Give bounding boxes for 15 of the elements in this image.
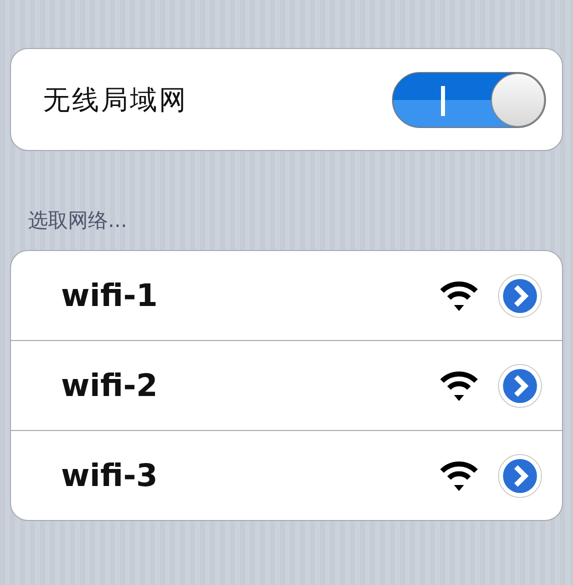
chevron-icon <box>502 368 538 404</box>
network-name[interactable]: wifi-1 <box>61 278 440 314</box>
chevron-icon <box>502 458 538 494</box>
section-header: 选取网络... <box>28 207 128 234</box>
wifi-label: 无线局域网 <box>43 84 188 118</box>
network-name[interactable]: wifi-2 <box>61 368 440 404</box>
wifi-signal-icon <box>440 370 478 402</box>
network-name[interactable]: wifi-3 <box>61 458 440 494</box>
wifi-signal-icon <box>440 460 478 492</box>
detail-button[interactable] <box>498 454 542 498</box>
chevron-icon <box>502 278 538 314</box>
on-mark-icon <box>441 86 445 116</box>
wifi-signal-icon <box>440 280 478 312</box>
detail-button[interactable] <box>498 364 542 408</box>
detail-button[interactable] <box>498 274 542 318</box>
